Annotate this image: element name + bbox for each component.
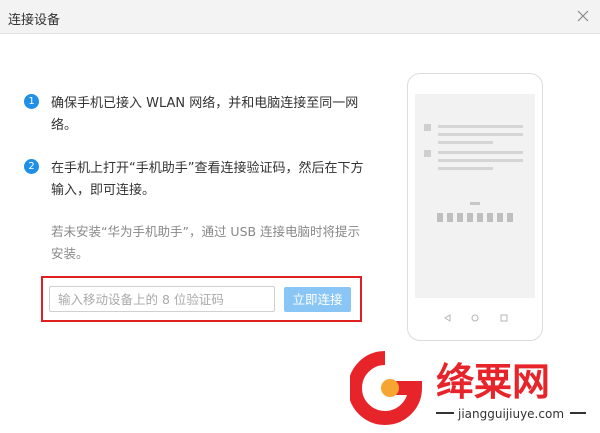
watermark-site: jiangguijiuye.com bbox=[457, 407, 564, 421]
install-note: 若未安装“华为手机助手”，通过 USB 连接电脑时将提示安装。 bbox=[51, 224, 361, 261]
step-number-1: 1 bbox=[24, 94, 39, 109]
dialog-titlebar: 连接设备 bbox=[0, 0, 600, 34]
step-2: 2 在手机上打开“手机助手”查看连接验证码，然后在下方输入，即可连接。 bbox=[24, 158, 364, 202]
watermark-logo-icon bbox=[348, 351, 423, 425]
step-1: 1 确保手机已接入 WLAN 网络，并和电脑连接至同一网络。 bbox=[24, 93, 364, 137]
watermark: 绛粟网 jiangguijiuye.com bbox=[348, 350, 600, 429]
phone-illustration bbox=[407, 73, 543, 341]
watermark-name: 绛粟网 bbox=[436, 360, 550, 404]
step-1-text: 确保手机已接入 WLAN 网络，并和电脑连接至同一网络。 bbox=[51, 96, 359, 133]
step-2-text: 在手机上打开“手机助手”查看连接验证码，然后在下方输入，即可连接。 bbox=[51, 161, 364, 198]
verification-code-input[interactable] bbox=[49, 286, 275, 312]
close-icon[interactable] bbox=[574, 7, 592, 25]
connect-now-button[interactable]: 立即连接 bbox=[284, 287, 351, 312]
dialog-title: 连接设备 bbox=[8, 13, 61, 28]
step-number-2: 2 bbox=[24, 159, 39, 174]
